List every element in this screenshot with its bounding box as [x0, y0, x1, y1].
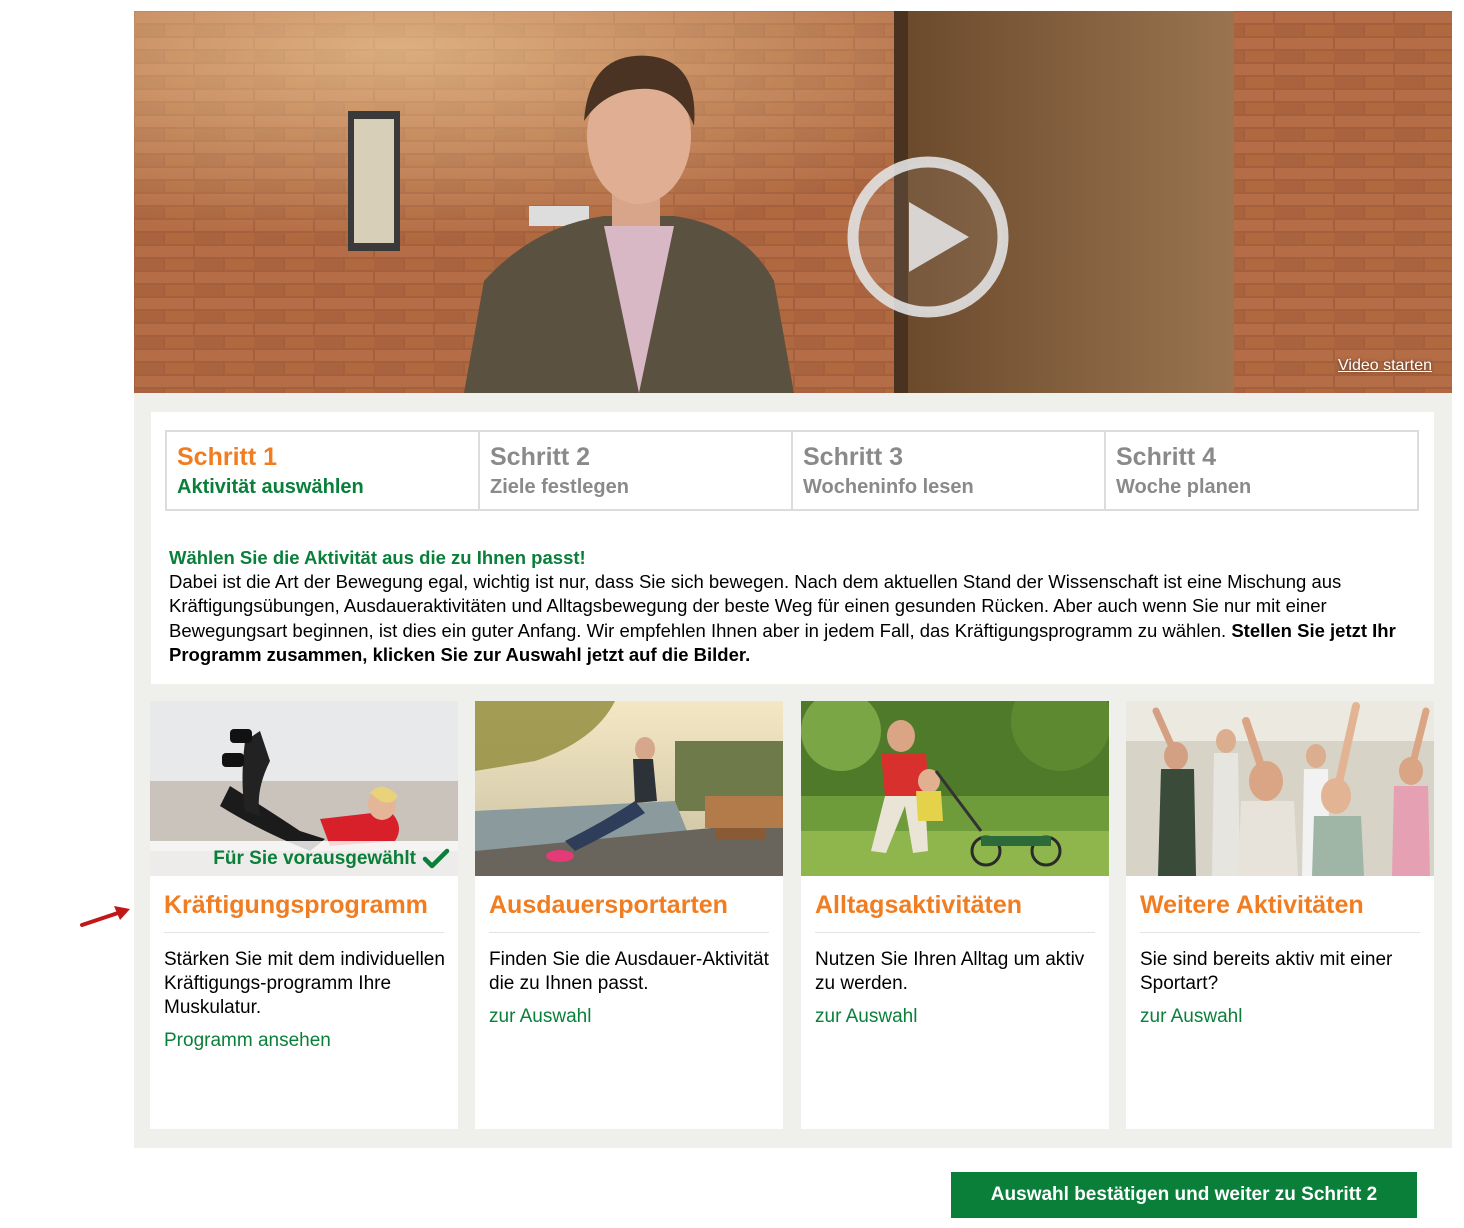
- card-title[interactable]: Ausdauersportarten: [489, 888, 769, 933]
- everyday-activity-image: [801, 701, 1109, 876]
- card-image[interactable]: Für Sie vorausgewählt: [150, 701, 458, 876]
- card-image[interactable]: [801, 701, 1109, 876]
- intro-body: Dabei ist die Art der Bewegung egal, wic…: [169, 571, 1342, 641]
- step-number: Schritt 2: [490, 443, 591, 471]
- step-1[interactable]: Schritt 1 Aktivität auswählen: [167, 432, 480, 509]
- card-link[interactable]: zur Auswahl: [815, 1005, 1099, 1029]
- intro-box: Schritt 1 Aktivität auswählen Schritt 2 …: [151, 412, 1434, 684]
- card-description: Nutzen Sie Ihren Alltag um aktiv zu werd…: [815, 949, 1085, 994]
- step-number: Schritt 3: [803, 443, 904, 471]
- activity-panel: Schritt 1 Aktivität auswählen Schritt 2 …: [134, 393, 1452, 1148]
- step-2[interactable]: Schritt 2 Ziele festlegen: [480, 432, 793, 509]
- confirm-selection-button[interactable]: Auswahl bestätigen und weiter zu Schritt…: [951, 1172, 1417, 1218]
- card-description: Stärken Sie mit dem individuellen Kräfti…: [164, 949, 445, 1018]
- red-arrow-icon: [80, 906, 130, 927]
- intro-text: Wählen Sie die Aktivität aus die zu Ihne…: [169, 546, 1419, 667]
- checkmark-icon: [422, 848, 450, 868]
- preselected-badge: Für Sie vorausgewählt: [150, 841, 458, 876]
- step-label: Ziele festlegen: [490, 476, 629, 498]
- step-navigation: Schritt 1 Aktivität auswählen Schritt 2 …: [165, 430, 1419, 511]
- step-number: Schritt 1: [177, 443, 278, 471]
- step-4[interactable]: Schritt 4 Woche planen: [1106, 432, 1417, 509]
- preselected-label: Für Sie vorausgewählt: [213, 847, 416, 869]
- card-title[interactable]: Weitere Aktivitäten: [1140, 888, 1420, 933]
- step-label: Woche planen: [1116, 476, 1252, 498]
- play-icon[interactable]: [845, 154, 1011, 320]
- step-label: Wocheninfo lesen: [803, 476, 974, 498]
- card-title[interactable]: Alltagsaktivitäten: [815, 888, 1095, 933]
- video-player[interactable]: Video starten: [134, 11, 1452, 393]
- video-thumbnail: [134, 11, 1452, 393]
- step-label: Aktivität auswählen: [177, 476, 364, 498]
- card-link[interactable]: Programm ansehen: [164, 1029, 448, 1053]
- card-description: Finden Sie die Ausdauer-Aktivität die zu…: [489, 949, 769, 994]
- card-link[interactable]: zur Auswahl: [489, 1005, 773, 1029]
- card-weitere-aktivitaeten[interactable]: Weitere Aktivitäten Sie sind bereits akt…: [1126, 701, 1434, 1129]
- group-stretching-image: [1126, 701, 1434, 876]
- intro-headline: Wählen Sie die Aktivität aus die zu Ihne…: [169, 547, 586, 568]
- step-3[interactable]: Schritt 3 Wocheninfo lesen: [793, 432, 1106, 509]
- card-description: Sie sind bereits aktiv mit einer Sportar…: [1140, 949, 1393, 994]
- video-start-link[interactable]: Video starten: [1338, 357, 1432, 375]
- card-ausdauersportarten[interactable]: Ausdauersportarten Finden Sie die Ausdau…: [475, 701, 783, 1129]
- card-kraeftigungsprogramm[interactable]: Für Sie vorausgewählt Kräftigungsprogram…: [150, 701, 458, 1129]
- card-alltagsaktivitaeten[interactable]: Alltagsaktivitäten Nutzen Sie Ihren Allt…: [801, 701, 1109, 1129]
- card-title[interactable]: Kräftigungsprogramm: [164, 888, 444, 933]
- endurance-exercise-image: [475, 701, 783, 876]
- card-link[interactable]: zur Auswahl: [1140, 1005, 1424, 1029]
- step-number: Schritt 4: [1116, 443, 1217, 471]
- card-image[interactable]: [1126, 701, 1434, 876]
- card-image[interactable]: [475, 701, 783, 876]
